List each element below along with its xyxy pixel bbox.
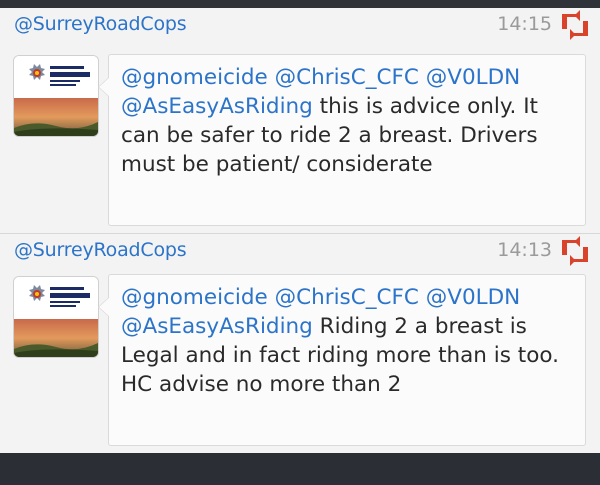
mention-link[interactable]: @gnomeicide — [121, 65, 268, 90]
retweet-icon[interactable] — [559, 10, 591, 40]
mention-link[interactable]: @AsEasyAsRiding — [121, 314, 313, 339]
mention-link[interactable]: @V0LDN — [426, 65, 521, 90]
bottom-bar — [0, 453, 600, 485]
retweet-icon[interactable] — [559, 236, 591, 266]
tweet-item[interactable]: @SurreyRoadCops 14:15 @gnomeicide @Chris… — [0, 8, 600, 233]
tweet-text: @gnomeicide @ChrisC_CFC @V0LDN @AsEasyAs… — [98, 274, 586, 446]
tweet-item[interactable]: @SurreyRoadCops 14:13 @gnomeicide @Chris… — [0, 233, 600, 454]
avatar[interactable] — [14, 277, 98, 357]
avatar[interactable] — [14, 56, 98, 136]
tweet-time: 14:13 — [497, 239, 552, 261]
tweet-text: @gnomeicide @ChrisC_CFC @V0LDN @AsEasyAs… — [98, 54, 586, 226]
surrey-police-crest-icon — [14, 277, 98, 357]
tweet-author[interactable]: @SurreyRoadCops — [14, 13, 187, 35]
tweet-time: 14:15 — [497, 13, 552, 35]
mention-link[interactable]: @AsEasyAsRiding — [121, 94, 313, 119]
mention-link[interactable]: @ChrisC_CFC — [275, 285, 419, 310]
mention-link[interactable]: @V0LDN — [426, 285, 521, 310]
surrey-police-crest-icon — [14, 56, 98, 136]
tweet-author[interactable]: @SurreyRoadCops — [14, 239, 187, 261]
mention-link[interactable]: @gnomeicide — [121, 285, 268, 310]
mention-link[interactable]: @ChrisC_CFC — [275, 65, 419, 90]
